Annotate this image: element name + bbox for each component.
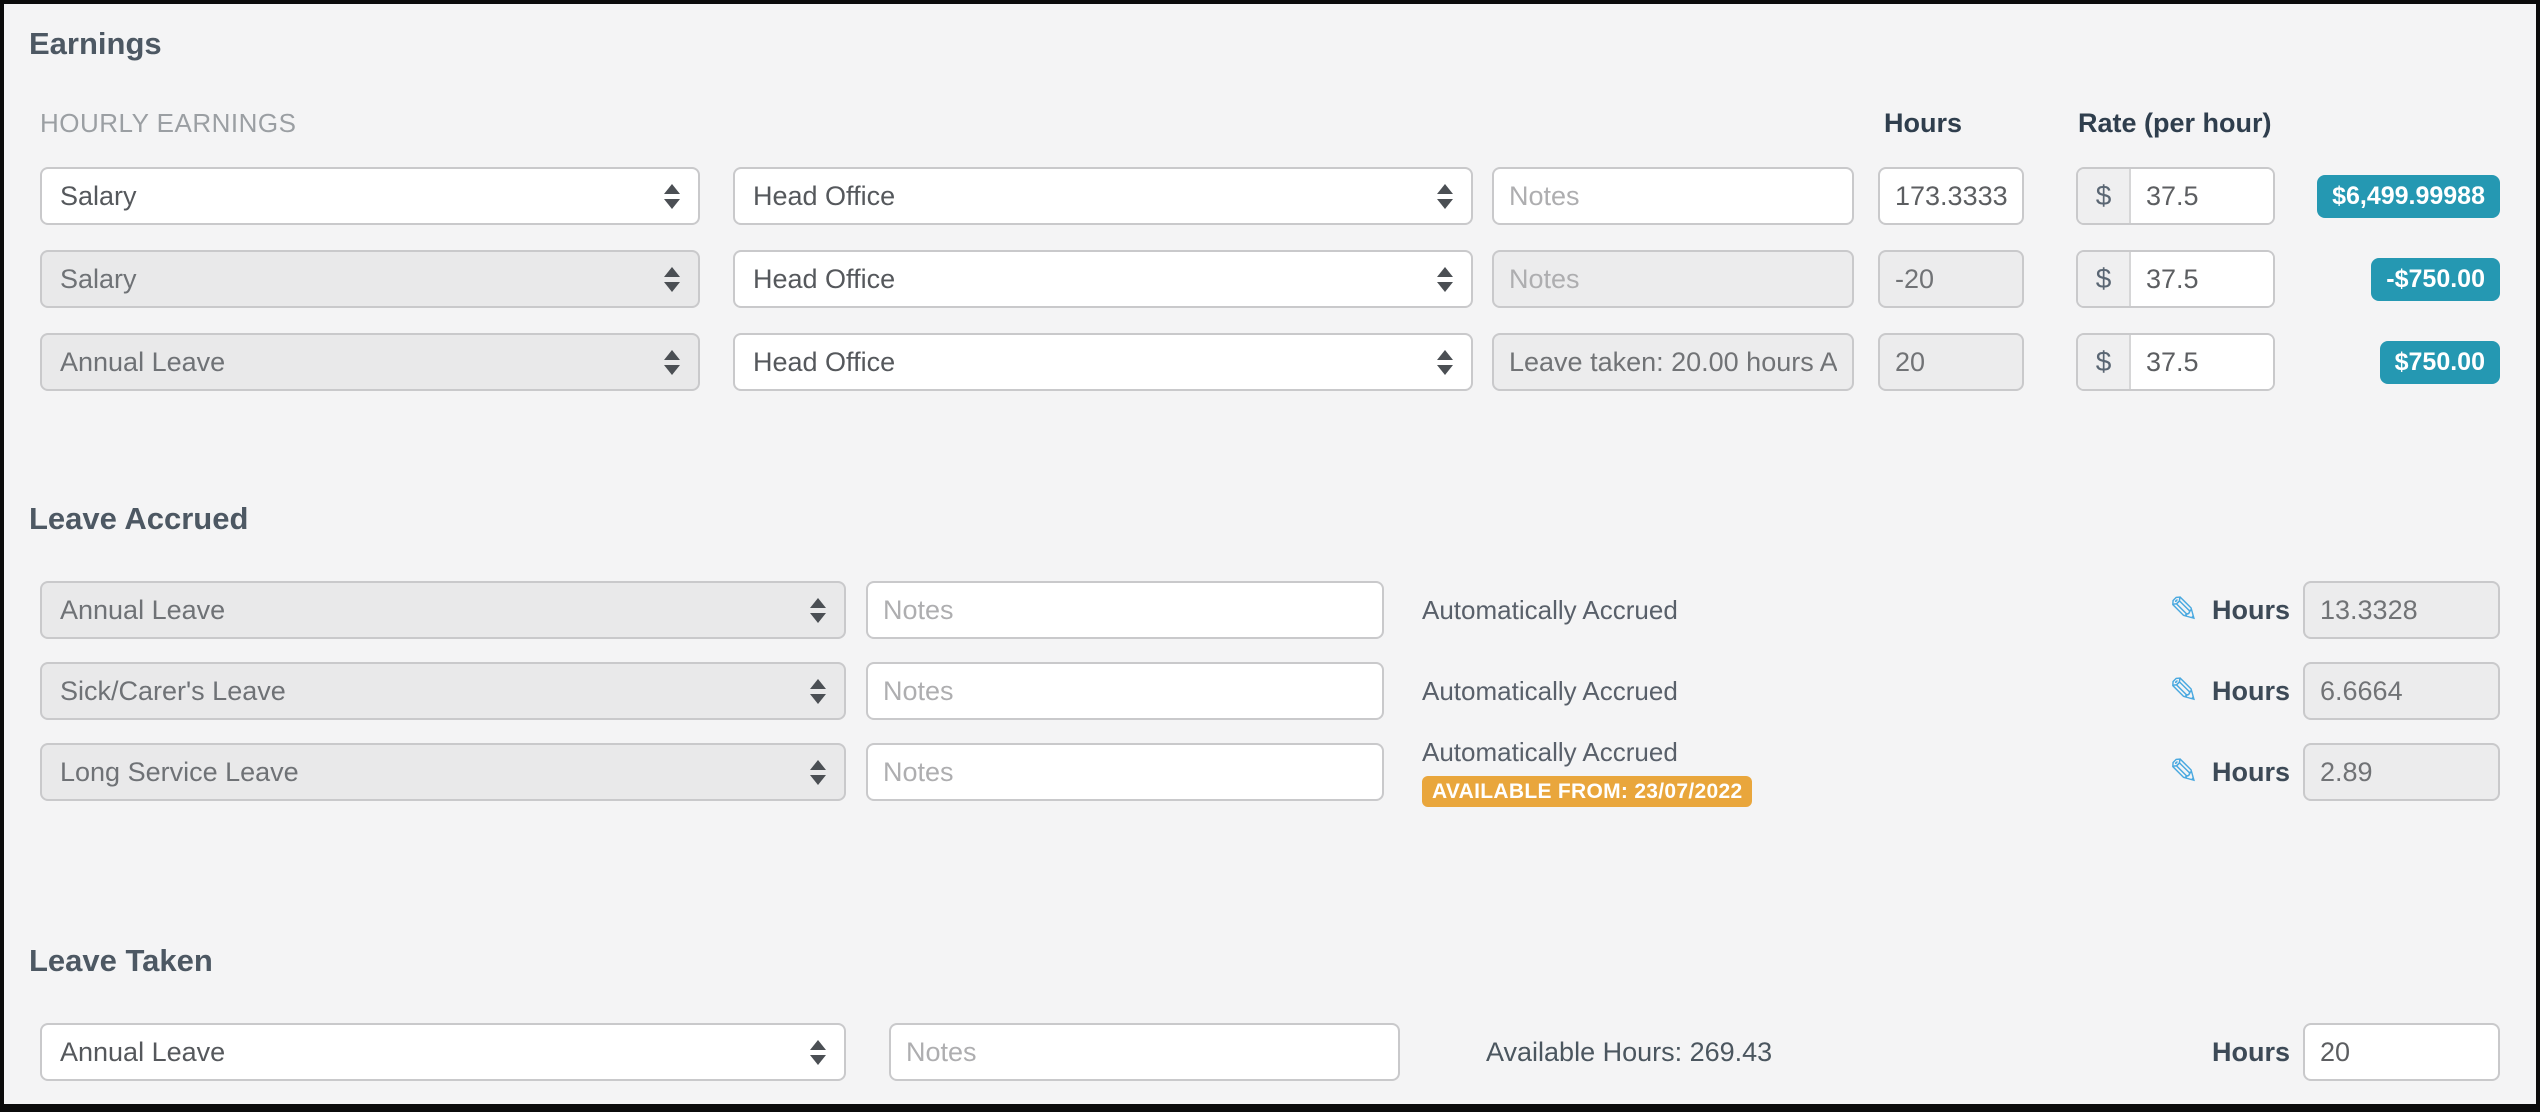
row-total-badge: $750.00 [2380, 341, 2500, 384]
rate-input-group: $ [2076, 250, 2275, 308]
hours-group: ✎ Hours [2169, 662, 2500, 720]
pay-category-select[interactable]: Salary [40, 167, 700, 225]
currency-prefix: $ [2078, 169, 2131, 223]
accrual-status: Automatically Accrued AVAILABLE FROM: 23… [1422, 737, 1752, 807]
rate-input-group: $ [2076, 167, 2275, 225]
pay-category-select[interactable]: Salary [40, 250, 700, 308]
payrun-earnings-panel: Earnings HOURLY EARNINGS Hours Rate (per… [0, 0, 2540, 1112]
hourly-earnings-label: HOURLY EARNINGS [40, 108, 296, 138]
earnings-subheader: HOURLY EARNINGS Hours Rate (per hour) [40, 108, 2500, 140]
leave-hours-input[interactable] [2303, 1023, 2500, 1081]
rate-input[interactable] [2131, 335, 2273, 389]
leave-category-select[interactable]: Annual Leave [40, 1023, 846, 1081]
earnings-section-title: Earnings [29, 26, 2536, 62]
hours-label: Hours [2212, 1037, 2290, 1068]
hours-group: ✎ Hours [2169, 743, 2500, 801]
notes-input[interactable] [866, 581, 1384, 639]
leave-accrued-row: Sick/Carer's Leave Automatically Accrued… [40, 662, 2500, 720]
hours-group: ✎ Hours [2169, 581, 2500, 639]
leave-category-select[interactable]: Annual Leave [40, 581, 846, 639]
pay-category-select[interactable]: Annual Leave [40, 333, 700, 391]
available-hours-text: Available Hours: 269.43 [1486, 1037, 1772, 1068]
hours-group: Hours [2212, 1023, 2500, 1081]
earnings-row: Annual Leave Head Office $ $750.00 [40, 333, 2500, 391]
select-caret-icon [798, 760, 826, 785]
notes-input[interactable] [866, 743, 1384, 801]
hours-label: Hours [2212, 757, 2290, 788]
select-caret-icon [652, 267, 680, 292]
currency-prefix: $ [2078, 335, 2131, 389]
hours-label: Hours [2212, 595, 2290, 626]
edit-pencil-icon[interactable]: ✎ [2169, 592, 2199, 628]
select-caret-icon [798, 598, 826, 623]
accrual-status: Automatically Accrued [1422, 595, 1678, 626]
location-select[interactable]: Head Office [733, 333, 1473, 391]
available-from-badge: AVAILABLE FROM: 23/07/2022 [1422, 776, 1752, 807]
notes-input[interactable] [889, 1023, 1400, 1081]
select-caret-icon [798, 1040, 826, 1065]
row-total-badge: -$750.00 [2371, 258, 2500, 301]
currency-prefix: $ [2078, 252, 2131, 306]
edit-pencil-icon[interactable]: ✎ [2169, 673, 2199, 709]
leave-category-select[interactable]: Sick/Carer's Leave [40, 662, 846, 720]
select-caret-icon [1425, 184, 1453, 209]
accrued-hours-input[interactable] [2303, 581, 2500, 639]
leave-accrued-row: Long Service Leave Automatically Accrued… [40, 743, 2500, 801]
select-caret-icon [652, 350, 680, 375]
select-caret-icon [1425, 267, 1453, 292]
location-select[interactable]: Head Office [733, 250, 1473, 308]
hours-column-header: Hours [1884, 108, 1962, 139]
notes-input[interactable] [1492, 167, 1854, 225]
accrual-status: Automatically Accrued [1422, 676, 1678, 707]
hours-input[interactable] [1878, 167, 2024, 225]
hours-label: Hours [2212, 676, 2290, 707]
edit-pencil-icon[interactable]: ✎ [2169, 754, 2199, 790]
leave-accrued-row: Annual Leave Automatically Accrued ✎ Hou… [40, 581, 2500, 639]
select-caret-icon [652, 184, 680, 209]
rate-input-group: $ [2076, 333, 2275, 391]
leave-taken-row: Annual Leave Available Hours: 269.43 Hou… [40, 1023, 2500, 1081]
leave-accrued-section-title: Leave Accrued [29, 501, 2536, 537]
notes-input[interactable] [1492, 333, 1854, 391]
leave-taken-section-title: Leave Taken [29, 943, 2536, 979]
earnings-row: Salary Head Office $ -$750.00 [40, 250, 2500, 308]
hours-input[interactable] [1878, 333, 2024, 391]
rate-input[interactable] [2131, 252, 2273, 306]
notes-input[interactable] [866, 662, 1384, 720]
rate-column-header: Rate (per hour) [2078, 108, 2272, 139]
select-caret-icon [1425, 350, 1453, 375]
select-caret-icon [798, 679, 826, 704]
accrued-hours-input[interactable] [2303, 662, 2500, 720]
earnings-row: Salary Head Office $ $6,499.99988 [40, 167, 2500, 225]
hours-input[interactable] [1878, 250, 2024, 308]
notes-input[interactable] [1492, 250, 1854, 308]
rate-input[interactable] [2131, 169, 2273, 223]
leave-category-select[interactable]: Long Service Leave [40, 743, 846, 801]
location-select[interactable]: Head Office [733, 167, 1473, 225]
row-total-badge: $6,499.99988 [2317, 175, 2500, 218]
accrued-hours-input[interactable] [2303, 743, 2500, 801]
